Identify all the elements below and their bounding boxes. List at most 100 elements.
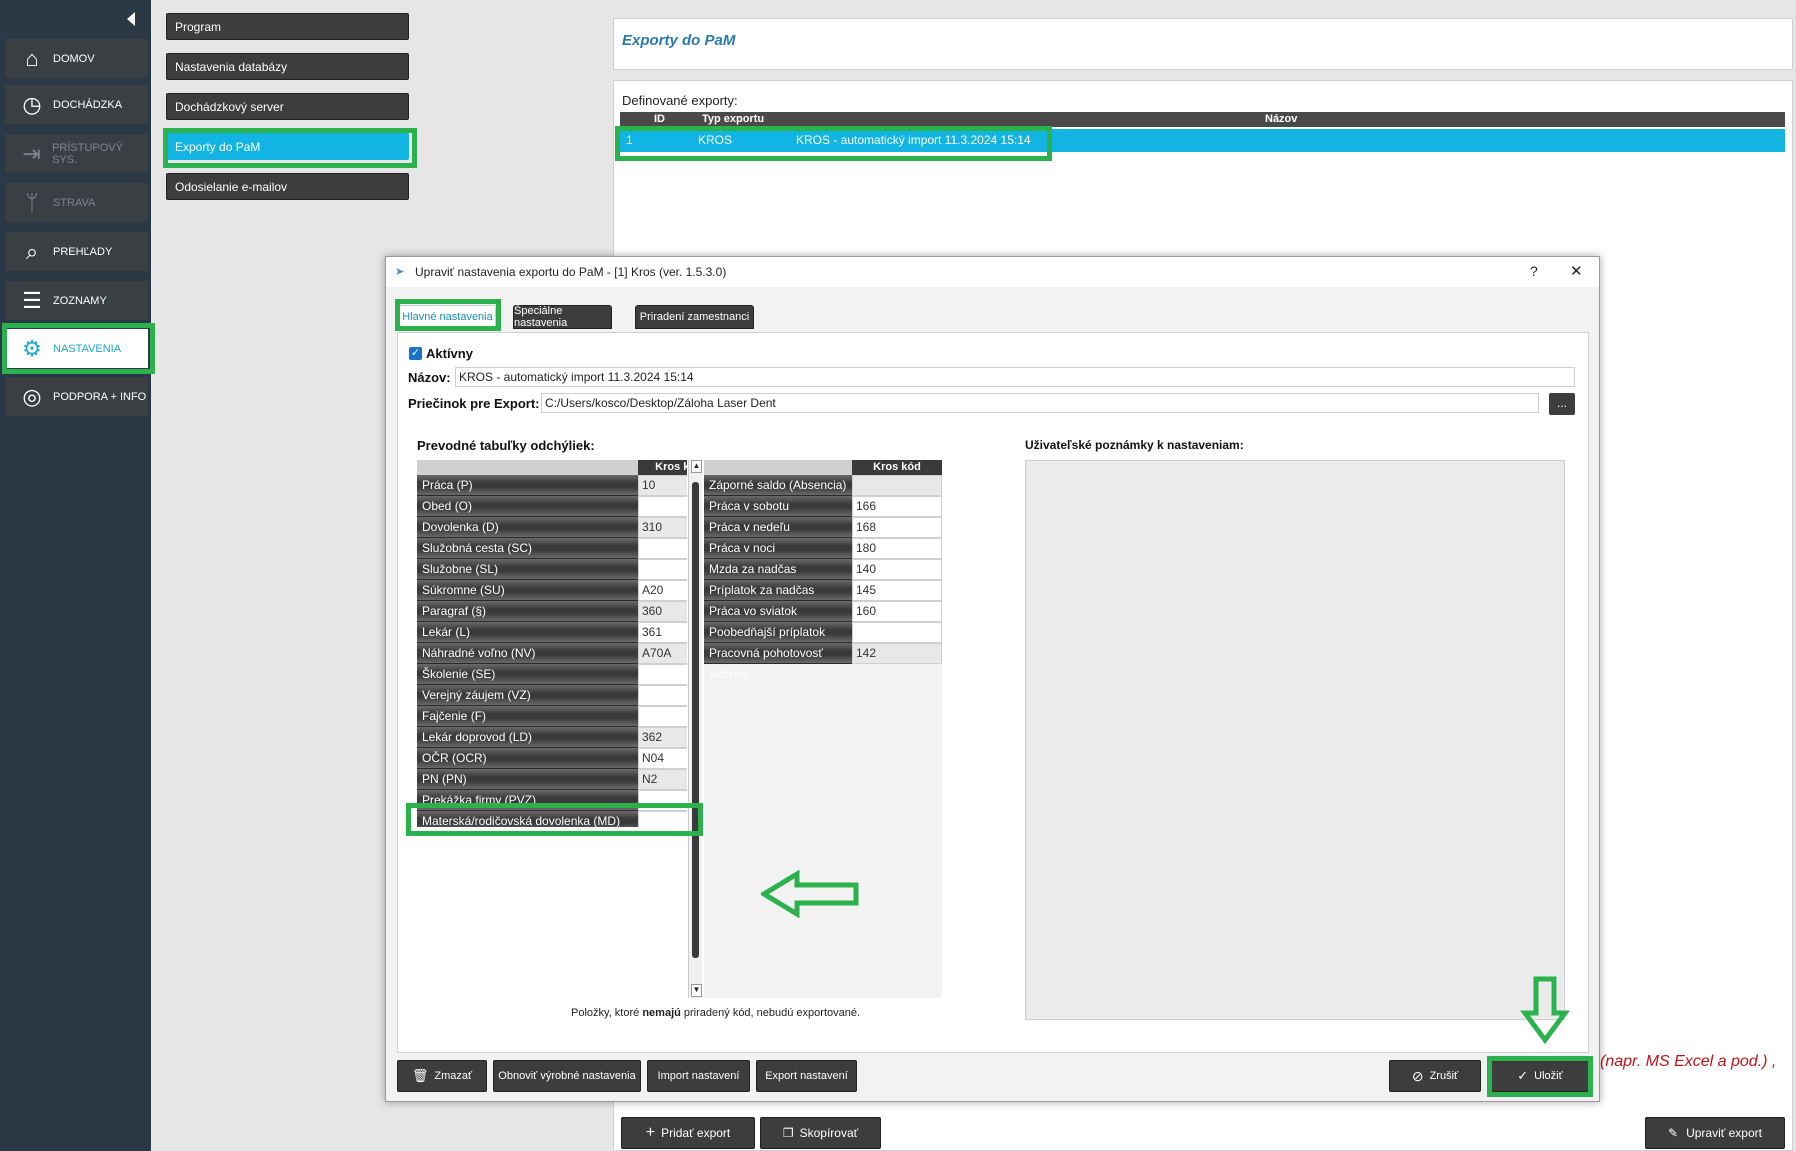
dialog-titlebar[interactable]: ➤ Upraviť nastavenia exportu do PaM - [1… bbox=[386, 257, 1599, 287]
row-name: KROS - automatický import 11.3.2024 15:1… bbox=[796, 133, 1031, 147]
kros-code-field[interactable]: A20 bbox=[638, 580, 687, 601]
export-settings-button[interactable]: Export nastavení bbox=[756, 1060, 857, 1092]
kros-code-field[interactable]: 360 bbox=[638, 601, 687, 622]
table-row: Pracovná pohotovosť aktívna 142 bbox=[704, 643, 942, 681]
scrollbar-thumb[interactable] bbox=[692, 482, 699, 958]
col-id[interactable]: ID bbox=[654, 113, 665, 125]
tab-hlavne[interactable]: Hlavné nastavenia bbox=[399, 305, 496, 329]
reset-defaults-button[interactable]: Obnoviť výrobné nastavenia bbox=[493, 1060, 641, 1092]
exports-grid-row[interactable]: 1 KROS KROS - automatický import 11.3.20… bbox=[620, 129, 1785, 152]
deviation-name: Pracovná pohotovosť aktívna bbox=[704, 643, 852, 681]
sidebar-item-0[interactable]: ⌂ DOMOV bbox=[4, 38, 149, 79]
copy-button[interactable]: ❐ Skopírovať bbox=[760, 1117, 881, 1149]
edit-export-button[interactable]: ✎ Upraviť export bbox=[1645, 1117, 1785, 1149]
help-icon[interactable]: ? bbox=[1530, 263, 1538, 279]
check-icon: ✓ bbox=[1517, 1068, 1529, 1083]
sidebar-item-label: PREHĽADY bbox=[53, 245, 113, 258]
settings-menu-item-3[interactable]: Exporty do PaM bbox=[166, 133, 409, 160]
kros-code-field[interactable]: 10 bbox=[638, 475, 687, 496]
deviation-name: OČR (OCR) bbox=[417, 748, 638, 769]
kros-code-field[interactable] bbox=[852, 475, 942, 496]
settings-menu-item-2[interactable]: Dochádzkový server bbox=[166, 93, 409, 120]
save-button[interactable]: ✓ Uložiť bbox=[1491, 1060, 1589, 1092]
gear-icon: ⚙ bbox=[22, 335, 42, 361]
settings-menu-item-1[interactable]: Nastavenia databázy bbox=[166, 53, 409, 80]
right-table-header-code: Kros kód bbox=[852, 460, 942, 475]
tab-specialne[interactable]: Špeciálne nastavenia bbox=[513, 305, 612, 329]
sidebar-item-4[interactable]: ⌕ PREHĽADY bbox=[4, 231, 149, 272]
kros-code-field[interactable]: 310 bbox=[638, 517, 687, 538]
deviation-name: Školenie (SE) bbox=[417, 664, 638, 685]
kros-code-field[interactable]: 168 bbox=[852, 517, 942, 538]
table-row: Služobne (SL) bbox=[417, 559, 687, 580]
table-row: Práca (P) 10 bbox=[417, 475, 687, 496]
page-header: Exporty do PaM bbox=[613, 18, 1793, 70]
kros-code-field[interactable]: 145 bbox=[852, 580, 942, 601]
kros-code-field[interactable] bbox=[638, 496, 687, 517]
folder-field[interactable]: C:/Users/kosco/Desktop/Záloha Laser Dent bbox=[541, 393, 1539, 413]
edit-export-dialog: ➤ Upraviť nastavenia exportu do PaM - [1… bbox=[385, 256, 1600, 1102]
deviation-name: Práca (P) bbox=[417, 475, 638, 496]
kros-code-field[interactable] bbox=[638, 706, 687, 727]
sidebar-item-5[interactable]: ☰ ZOZNAMY bbox=[4, 280, 149, 321]
kros-code-field[interactable]: A70A bbox=[638, 643, 687, 664]
kros-code-field[interactable] bbox=[638, 559, 687, 580]
settings-menu-item-4[interactable]: Odosielanie e-mailov bbox=[166, 173, 409, 200]
sidebar-item-6[interactable]: ⚙ NASTAVENIA bbox=[4, 328, 149, 369]
kros-code-field[interactable]: 140 bbox=[852, 559, 942, 580]
deviation-name: Lekár (L) bbox=[417, 622, 638, 643]
table-row: Verejný záujem (VZ) bbox=[417, 685, 687, 706]
kros-code-field[interactable]: N2 bbox=[638, 769, 687, 790]
kros-code-field[interactable] bbox=[638, 685, 687, 706]
sidebar-item-2[interactable]: ⇥ PRÍSTUPOVÝ SYS. bbox=[4, 133, 149, 174]
sidebar-item-7[interactable]: ◎ PODPORA + INFO bbox=[4, 376, 149, 417]
deviation-name: Mzda za nadčas bbox=[704, 559, 852, 580]
active-checkbox[interactable]: ✓ bbox=[409, 347, 422, 360]
kros-code-field[interactable]: 362 bbox=[638, 727, 687, 748]
tab-body: ✓ Aktívny Názov: KROS - automatický impo… bbox=[397, 332, 1589, 1053]
table-row: Prekážka firmy (PVZ) bbox=[417, 790, 687, 811]
kros-code-field[interactable]: N04 bbox=[638, 748, 687, 769]
notes-textarea[interactable] bbox=[1025, 460, 1565, 1020]
deviation-name: Práca v nedeľu bbox=[704, 517, 852, 538]
name-field[interactable]: KROS - automatický import 11.3.2024 15:1… bbox=[455, 367, 1575, 387]
sidebar-item-1[interactable]: ◷ DOCHÁDZKA bbox=[4, 84, 149, 125]
table-row: Dovolenka (D) 310 bbox=[417, 517, 687, 538]
kros-code-field[interactable]: 160 bbox=[852, 601, 942, 622]
collapse-sidebar-icon[interactable] bbox=[127, 12, 135, 26]
kros-code-field[interactable] bbox=[852, 622, 942, 643]
kros-code-field[interactable]: 166 bbox=[852, 496, 942, 517]
close-icon[interactable]: ✕ bbox=[1570, 262, 1583, 280]
sidebar-item-label: ZOZNAMY bbox=[53, 294, 107, 307]
kros-code-field[interactable]: 180 bbox=[852, 538, 942, 559]
sidebar-item-3[interactable]: ᛘ STRAVA bbox=[4, 182, 149, 223]
browse-button[interactable]: ... bbox=[1549, 393, 1575, 415]
scroll-down-icon[interactable]: ▼ bbox=[691, 984, 702, 997]
deviation-name: Poobedňajší príplatok bbox=[704, 622, 852, 643]
table-row: Poobedňajší príplatok bbox=[704, 622, 942, 643]
notes-title: Uživateľské poznámky k nastaveniam: bbox=[1025, 438, 1244, 452]
fork-knife-icon: ᛘ bbox=[25, 189, 39, 215]
kros-code-field[interactable] bbox=[638, 790, 687, 811]
col-type[interactable]: Typ exportu bbox=[702, 113, 764, 125]
kros-code-field[interactable] bbox=[638, 664, 687, 685]
cancel-button[interactable]: ⊘ Zrušiť bbox=[1389, 1060, 1481, 1092]
kros-code-field[interactable] bbox=[638, 538, 687, 559]
add-export-button[interactable]: + Pridať export bbox=[621, 1117, 755, 1149]
settings-menu-item-0[interactable]: Program bbox=[166, 13, 409, 40]
left-table-scrollbar[interactable]: ▲ ▼ bbox=[688, 460, 702, 998]
scroll-up-icon[interactable]: ▲ bbox=[691, 460, 702, 473]
kros-code-field[interactable]: 361 bbox=[638, 622, 687, 643]
delete-button[interactable]: 🗑 Zmazať bbox=[397, 1060, 487, 1092]
kros-code-field[interactable]: 142 bbox=[852, 643, 942, 664]
tables-title: Prevodné tabuľky odchýliek: bbox=[417, 438, 595, 453]
down-arrow-annotation bbox=[1520, 976, 1570, 1044]
cancel-icon: ⊘ bbox=[1411, 1067, 1424, 1084]
tab-zamestnanci[interactable]: Priradení zamestnanci bbox=[635, 305, 754, 329]
import-settings-button[interactable]: Import nastavení bbox=[647, 1060, 750, 1092]
kros-code-field[interactable] bbox=[638, 811, 687, 827]
col-name[interactable]: Názov bbox=[1265, 113, 1297, 125]
pencil-icon: ✎ bbox=[1668, 1126, 1679, 1140]
clock-icon: ◷ bbox=[22, 91, 42, 117]
deviation-name: Lekár doprovod (LD) bbox=[417, 727, 638, 748]
